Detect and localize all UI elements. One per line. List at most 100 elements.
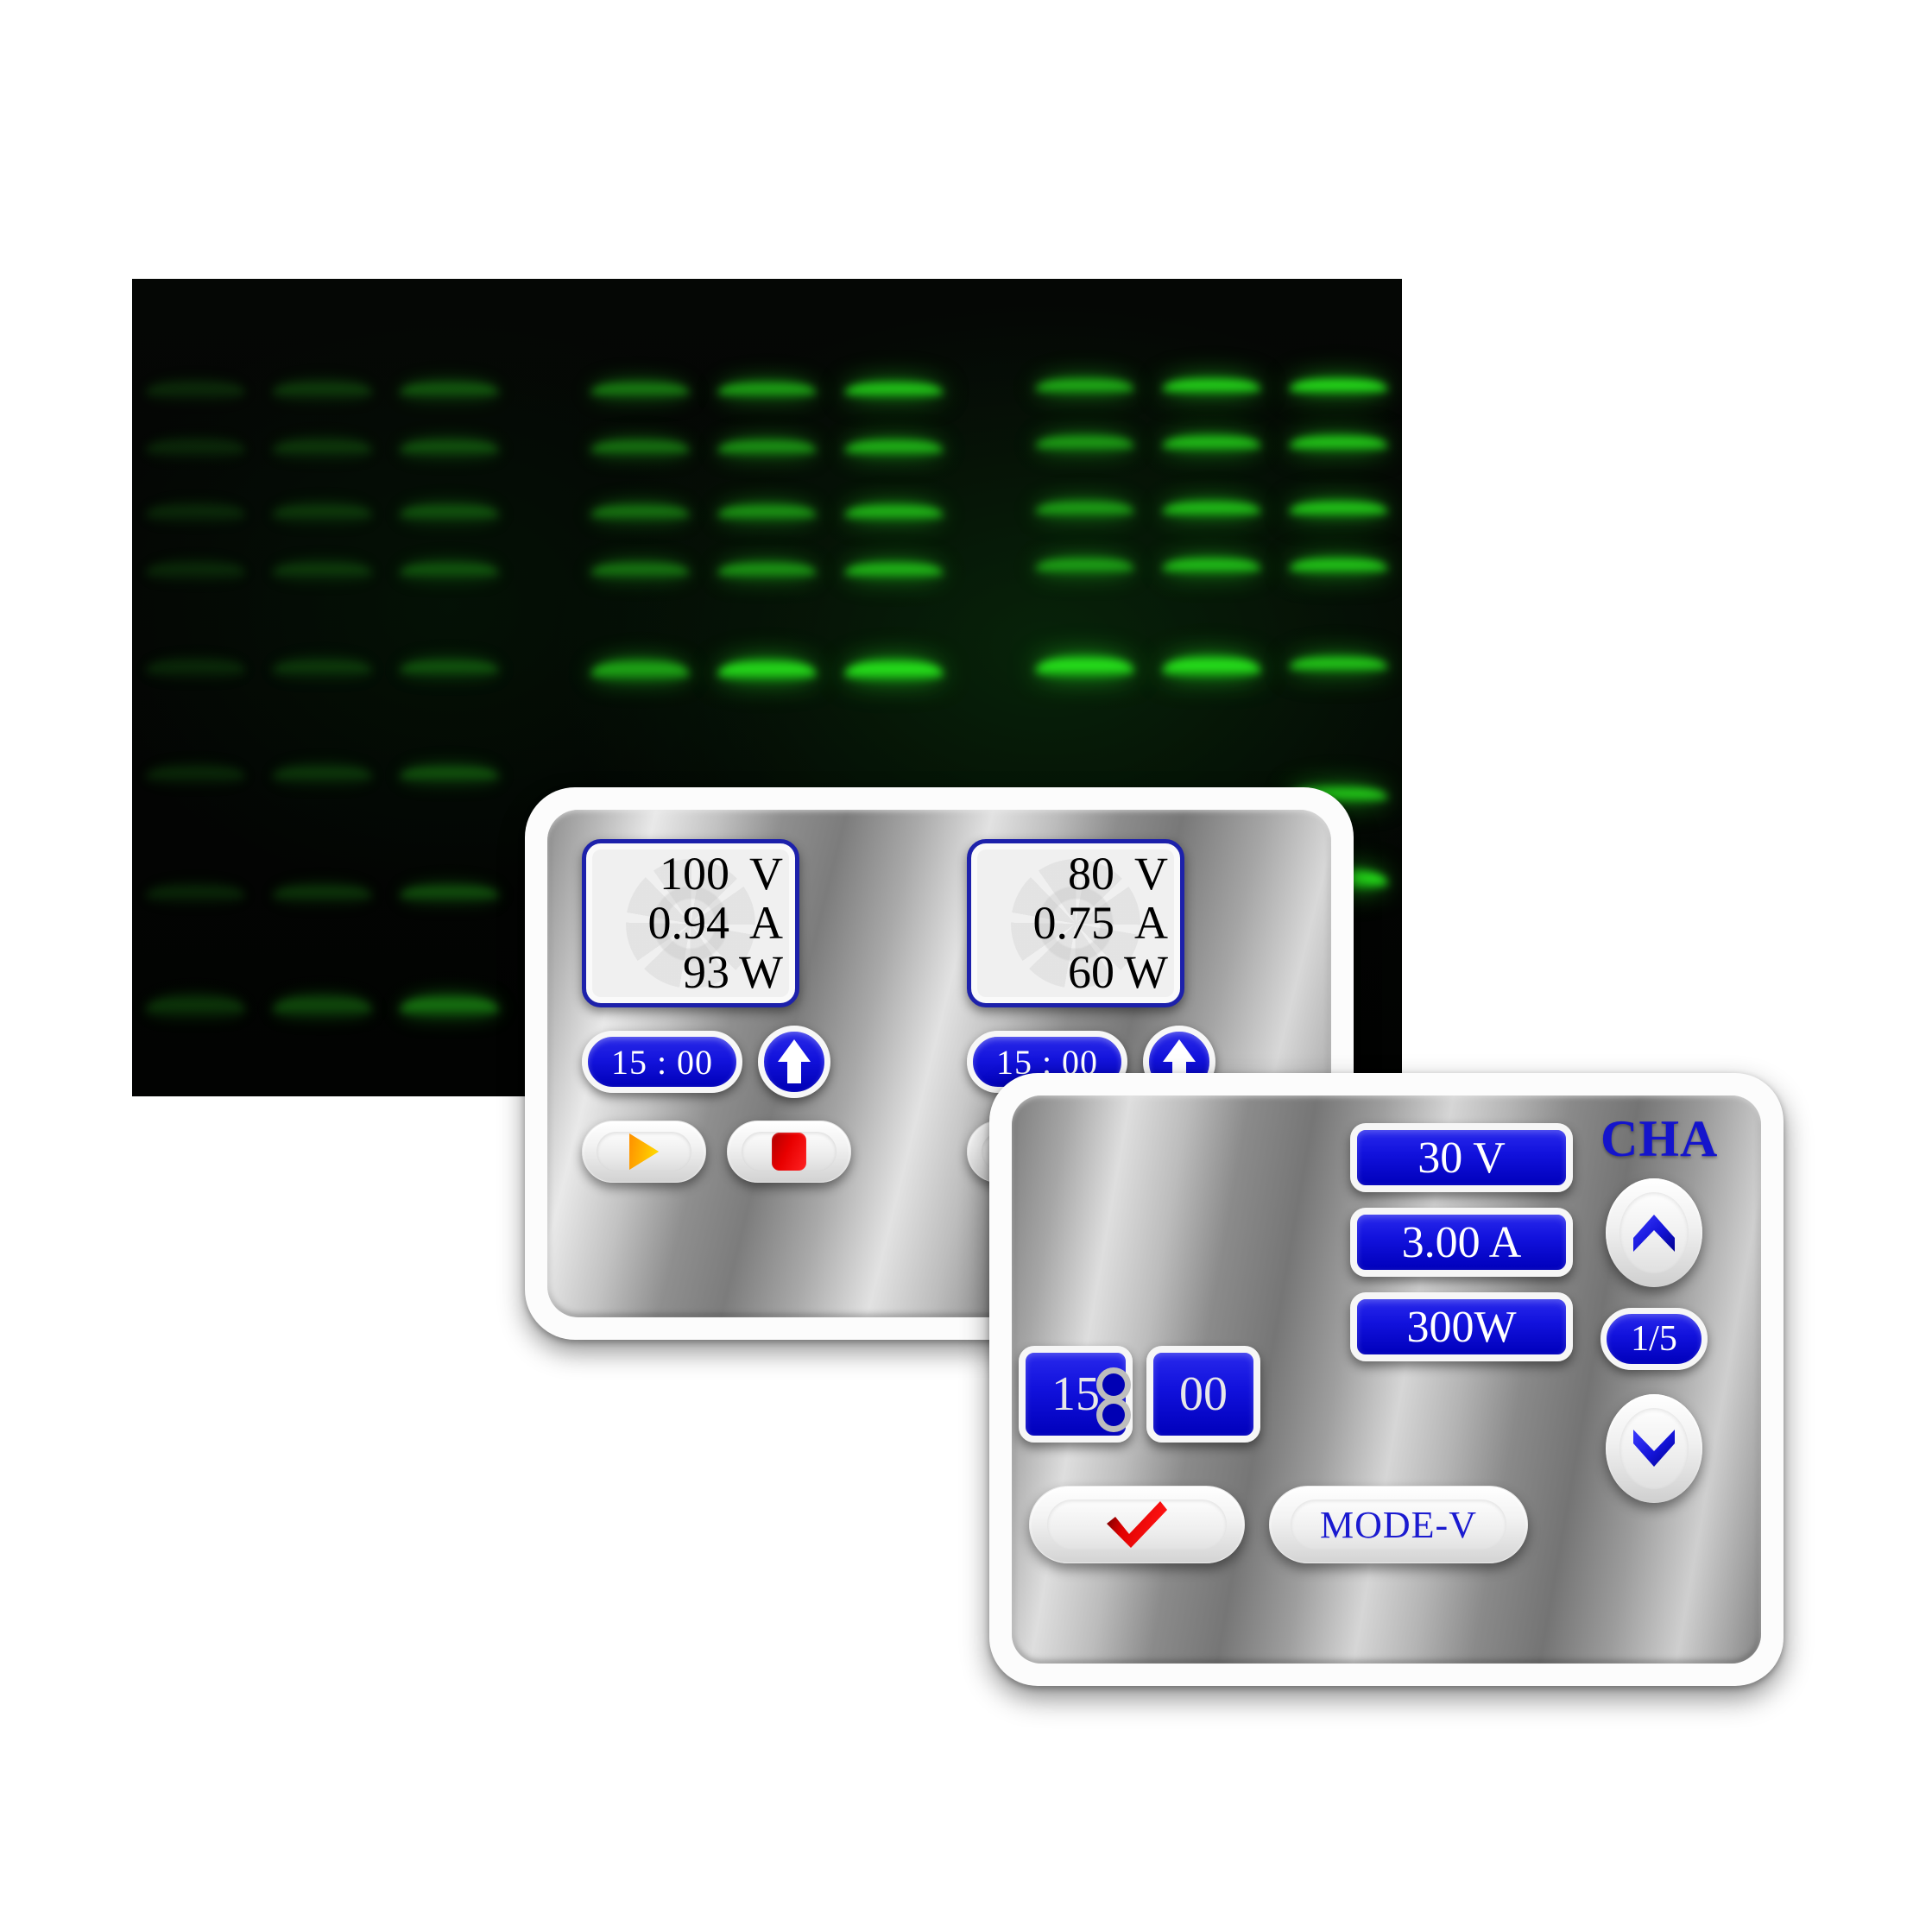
gel-lane (273, 279, 372, 1096)
gel-band (400, 883, 500, 901)
value-down-button[interactable] (1606, 1394, 1702, 1503)
gel-lane (400, 279, 500, 1096)
gel-band (844, 503, 944, 521)
gel-band (844, 560, 944, 578)
channel-label: CHA (1601, 1110, 1719, 1167)
channel-left-timer-display[interactable]: 15 : 00 (582, 1031, 742, 1093)
voltage-readout[interactable]: 30 V (1350, 1123, 1573, 1192)
channel-left-current-unit: A (749, 896, 783, 949)
gel-band (146, 765, 245, 783)
gel-band (273, 438, 372, 456)
gel-band (844, 381, 944, 399)
gel-band (146, 659, 245, 677)
channel-right-power-unit: W (1124, 946, 1168, 999)
gel-band (146, 560, 245, 578)
channel-left-power-unit: W (739, 946, 783, 999)
confirm-button[interactable] (1029, 1486, 1245, 1563)
current-readout[interactable]: 3.00 A (1350, 1208, 1573, 1277)
gel-band (273, 765, 372, 783)
channel-left-power-value: 93 (683, 946, 729, 999)
stop-button-face (742, 1132, 837, 1171)
gel-band (590, 560, 690, 578)
power-readout[interactable]: 300W (1350, 1292, 1573, 1361)
gel-band (1289, 376, 1388, 395)
gel-band (400, 381, 500, 399)
channel-left-current-value: 0.94 (647, 896, 730, 949)
up-button-face (1619, 1192, 1689, 1273)
gel-band (1289, 499, 1388, 517)
check-icon (1107, 1501, 1167, 1548)
gel-band (400, 994, 500, 1017)
channel-right-voltage-line: 80 V (980, 849, 1168, 899)
channel-left-voltage-value: 100 (660, 847, 729, 900)
gel-band (400, 765, 500, 783)
down-button-face (1619, 1408, 1689, 1489)
run-button-face (597, 1132, 691, 1171)
channel-right-current-value: 0.75 (1032, 896, 1115, 949)
channel-left-lcd-display: 100 V 0.94 A 93 W (582, 839, 799, 1007)
channel-left-stop-button[interactable] (727, 1121, 851, 1183)
channel-left-timer-row: 15 : 00 (582, 1026, 830, 1098)
gel-band (146, 994, 245, 1017)
gel-band (717, 438, 817, 456)
gel-band (273, 381, 372, 399)
gel-band (1289, 556, 1388, 574)
gel-lane (146, 279, 245, 1096)
value-up-button[interactable] (1606, 1178, 1702, 1287)
gel-band (717, 381, 817, 399)
gel-band (1161, 654, 1261, 678)
gel-band (1034, 433, 1134, 451)
gel-band (590, 659, 690, 682)
channel-left-voltage-line: 100 V (595, 849, 783, 899)
timer-seconds-display[interactable]: 00 (1146, 1346, 1260, 1443)
gel-band (273, 503, 372, 521)
channel-left-up-button[interactable] (758, 1026, 830, 1098)
confirm-button-face (1046, 1500, 1228, 1550)
gel-band (146, 883, 245, 901)
channel-right-voltage-unit: V (1134, 847, 1168, 900)
gel-band (1161, 433, 1261, 451)
gel-band (400, 438, 500, 456)
stop-icon (772, 1133, 806, 1171)
channel-right-current-line: 0.75 A (980, 896, 1169, 949)
channel-left-action-row (582, 1121, 851, 1183)
page-indicator: 1/5 (1601, 1308, 1708, 1370)
colon-icon-dot-bottom (1102, 1403, 1125, 1426)
gel-band (146, 438, 245, 456)
gel-band (1289, 433, 1388, 451)
channel-left-current-line: 0.94 A (595, 896, 784, 949)
gel-band (1161, 556, 1261, 574)
gel-band (273, 560, 372, 578)
gel-band (1034, 376, 1134, 395)
colon-icon-dot-top (1102, 1373, 1125, 1396)
gel-band (400, 560, 500, 578)
gel-band (1034, 556, 1134, 574)
gel-band (273, 659, 372, 677)
gel-band (1289, 654, 1388, 672)
chevron-up-icon (1633, 1215, 1675, 1252)
gel-band (1034, 654, 1134, 678)
mode-button[interactable]: MODE-V (1269, 1486, 1528, 1563)
gel-band (717, 503, 817, 521)
gel-band (400, 503, 500, 521)
mode-button-label: MODE-V (1290, 1500, 1507, 1550)
timer-colon-separator (1101, 1362, 1127, 1436)
gel-band (717, 659, 817, 682)
gel-band (146, 381, 245, 399)
gel-band (1161, 499, 1261, 517)
channel-left-run-button[interactable] (582, 1121, 706, 1183)
channel-left-voltage-unit: V (749, 847, 783, 900)
gel-band (844, 659, 944, 682)
gel-band (400, 659, 500, 677)
gel-band (844, 438, 944, 456)
channel-right-lcd-display: 80 V 0.75 A 60 W (967, 839, 1184, 1007)
play-icon (629, 1133, 659, 1170)
channel-right-power-line: 60 W (980, 946, 1168, 999)
gel-band (717, 560, 817, 578)
chevron-down-icon (1633, 1430, 1675, 1467)
channel-left-power-line: 93 W (595, 946, 783, 999)
gel-band (1034, 499, 1134, 517)
channel-right-power-value: 60 (1068, 946, 1114, 999)
gel-band (590, 381, 690, 399)
gel-band (590, 503, 690, 521)
